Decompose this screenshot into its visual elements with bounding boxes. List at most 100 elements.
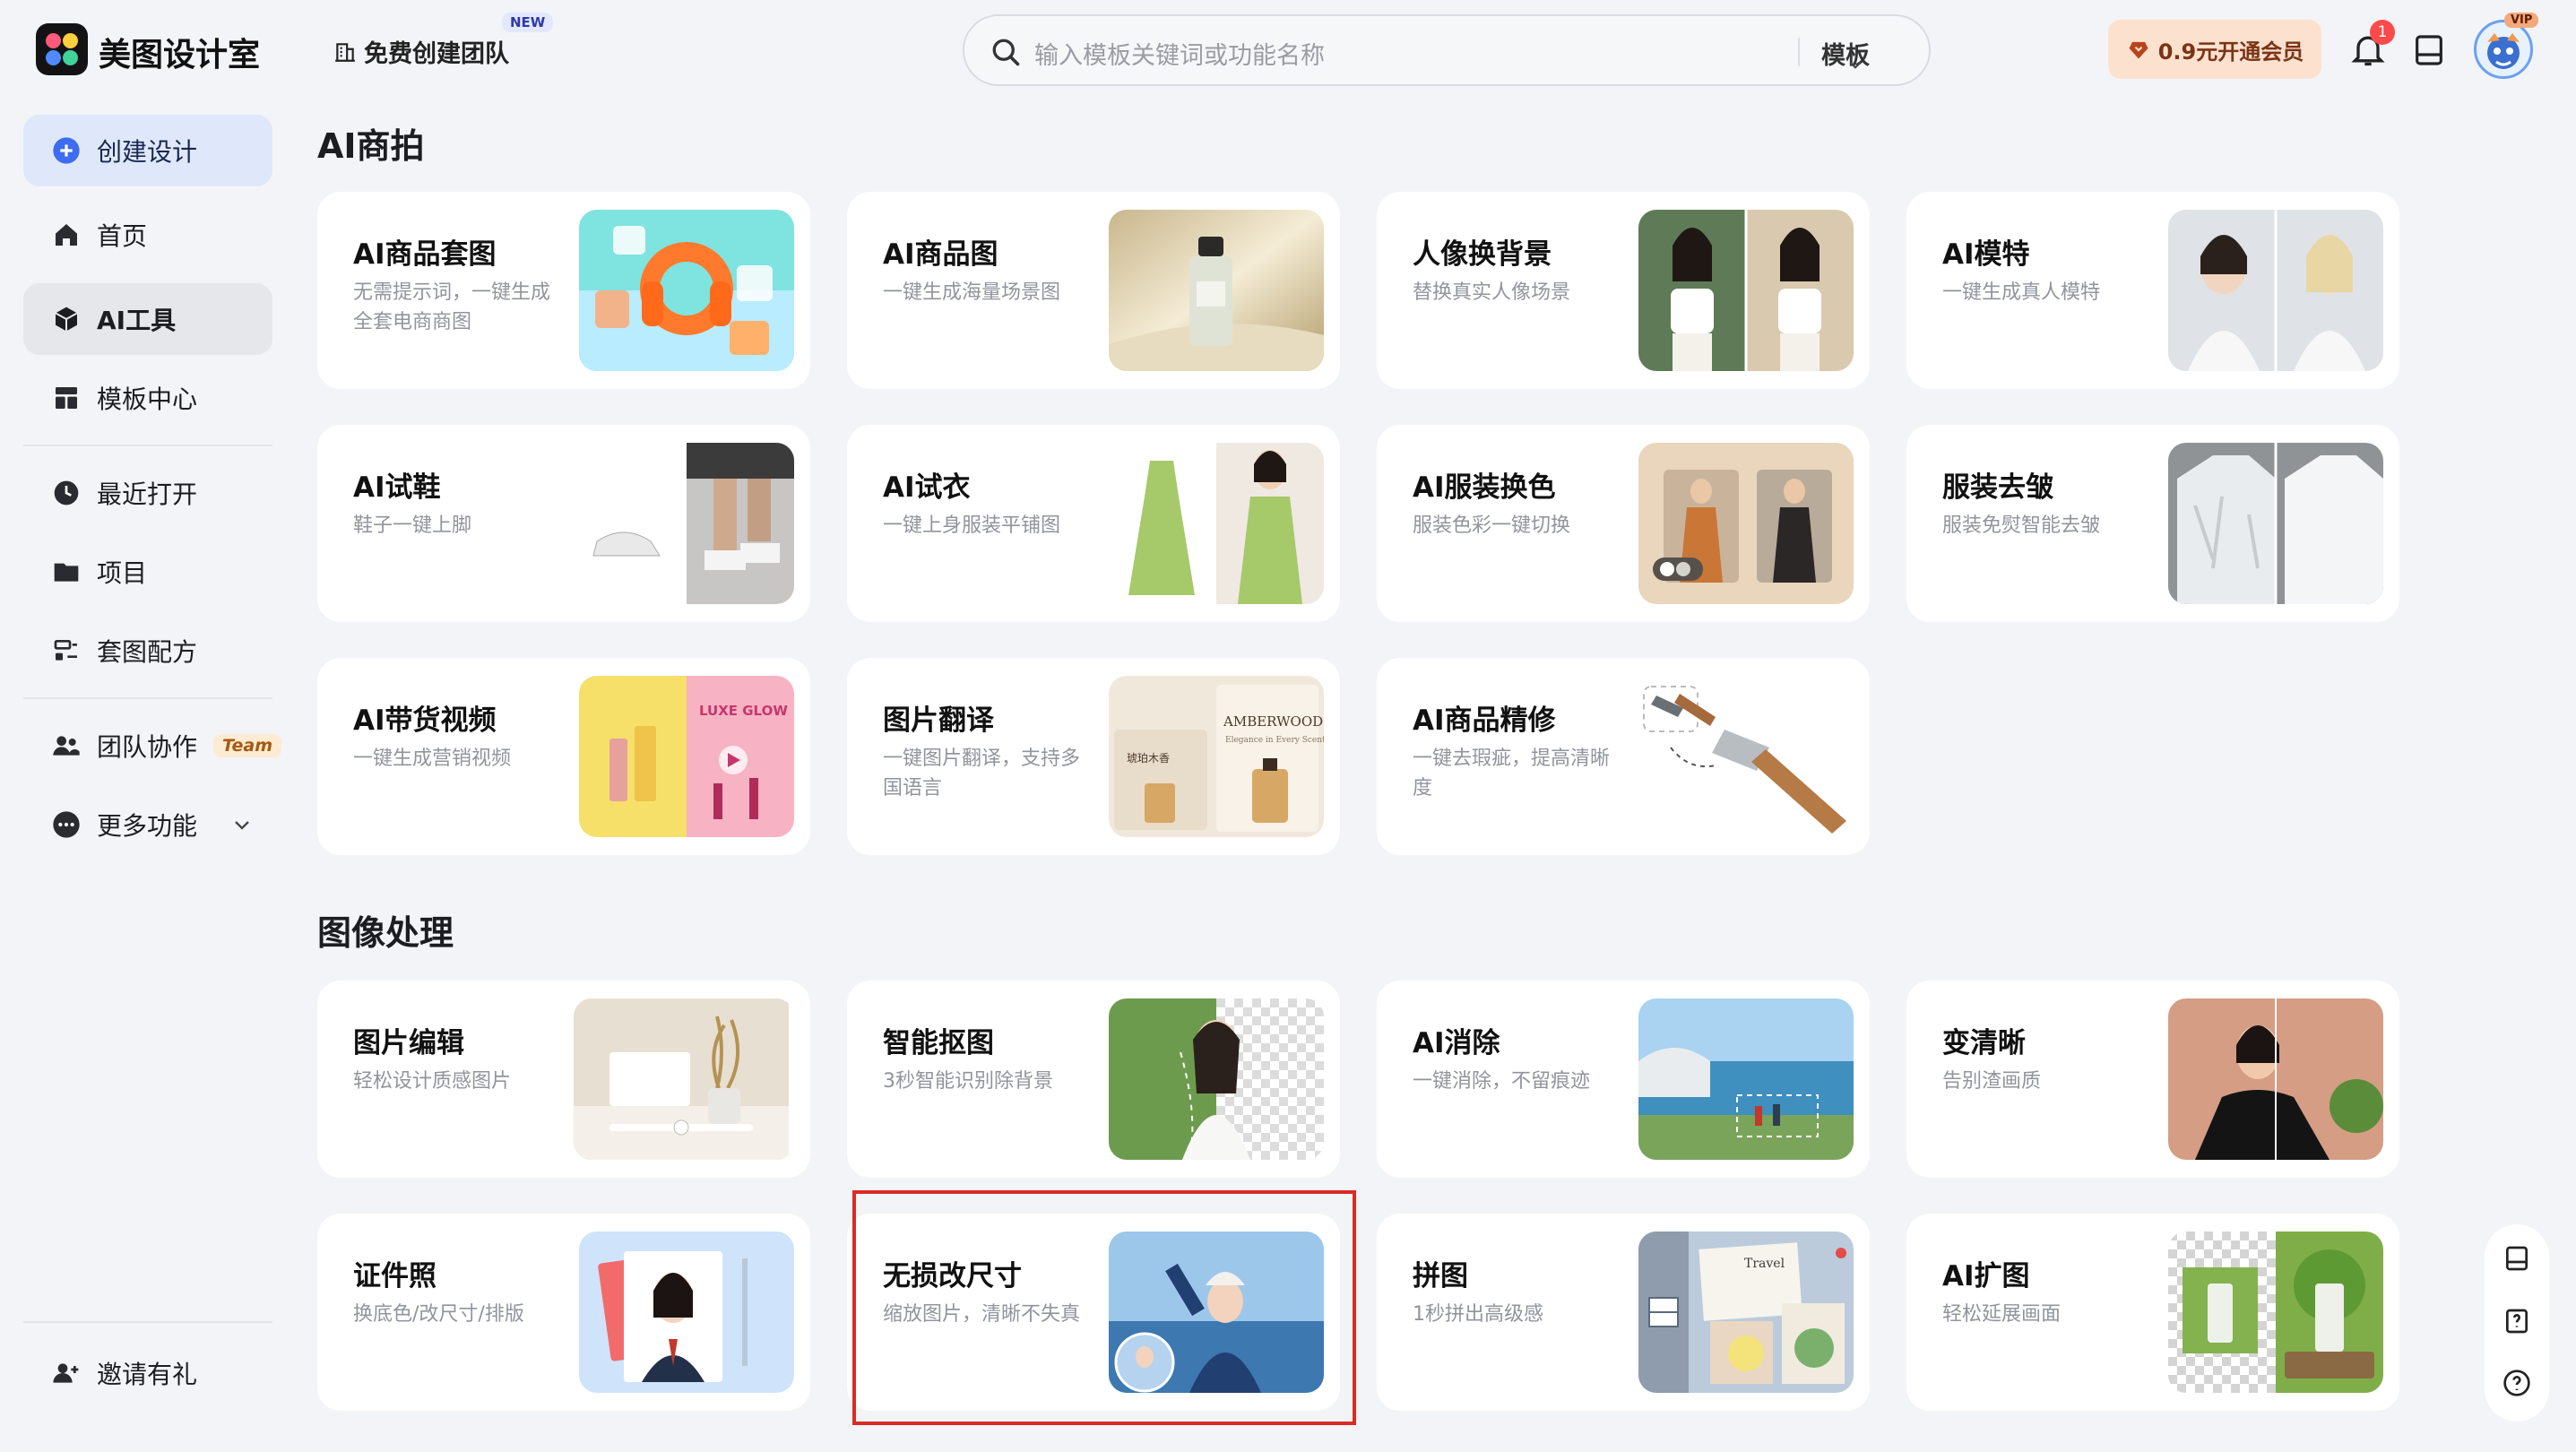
card-desc: 替换真实人像场景 [1413, 281, 1571, 304]
vip-button-label: 0.9元开通会员 [2157, 39, 2304, 65]
card-title: 证件照 [353, 1260, 437, 1292]
card-thumbnail: LUXE GLOW [579, 676, 794, 837]
thumb-luxe-text: LUXE GLOW [699, 703, 788, 719]
card-title: 图片编辑 [353, 1027, 464, 1059]
sidebar-item-team[interactable]: 团队协作 Team [23, 710, 282, 782]
folder-icon [54, 563, 79, 582]
clock-icon [54, 480, 79, 506]
card-title: 拼图 [1413, 1260, 1468, 1292]
help-icon[interactable] [2503, 1368, 2531, 1398]
card-thumbnail [1109, 443, 1324, 604]
card-desc: 一键图片翻译，支持多国语言 [883, 748, 1081, 799]
tool-card-ai-product-image[interactable]: AI商品图 一键生成海量场景图 [847, 192, 1340, 389]
search-placeholder[interactable]: 输入模板关键词或功能名称 [1034, 36, 1325, 71]
tool-card-image-translate[interactable]: 图片翻译 一键图片翻译，支持多国语言 AMBERWOOD Elegance in … [847, 658, 1340, 855]
brand-name[interactable]: 美图设计室 [99, 29, 260, 75]
card-title: AI扩图 [1942, 1260, 2030, 1292]
thumb-amberwood-text: AMBERWOOD [1223, 713, 1323, 730]
tool-card-ai-try-clothes[interactable]: AI试衣 一键上身服装平铺图 [847, 425, 1340, 622]
clipboard-icon[interactable] [2411, 30, 2447, 70]
card-thumbnail [2168, 443, 2383, 604]
top-bar: 美图设计室 免费创建团队 NEW 输入模板关键词或功能名称 模板 0.9元开通会… [0, 0, 2576, 102]
search-scope-dropdown[interactable]: 模板 [1821, 36, 1870, 71]
card-desc: 鞋子一键上脚 [353, 514, 472, 537]
sidebar-item-ai-tools[interactable]: AI工具 [23, 283, 272, 355]
template-icon [56, 387, 77, 409]
card-title: 变清晰 [1942, 1027, 2026, 1059]
card-title: 人像换背景 [1413, 238, 1552, 271]
card-title: AI消除 [1413, 1027, 1500, 1059]
tool-card-smart-cutout[interactable]: 智能抠图 3秒智能识别除背景 [847, 981, 1340, 1178]
sidebar-divider [23, 1321, 272, 1323]
card-title: 智能抠图 [883, 1027, 994, 1059]
card-thumbnail [1109, 998, 1324, 1160]
card-thumbnail [1638, 443, 1854, 604]
tool-card-id-photo[interactable]: 证件照 换底色/改尺寸/排版 [317, 1214, 810, 1411]
vip-tag: VIP [2504, 13, 2539, 28]
card-desc: 一键生成海量场景图 [883, 281, 1061, 304]
sidebar-item-label: 最近打开 [97, 480, 198, 509]
sidebar-item-home[interactable]: 首页 [23, 199, 272, 271]
thumb-amberwood-sub: Elegance in Every Scent [1225, 736, 1324, 745]
sidebar-item-label: 套图配方 [97, 637, 198, 667]
user-avatar[interactable] [2474, 20, 2533, 79]
card-desc: 一键上身服装平铺图 [883, 514, 1061, 537]
tool-card-portrait-background[interactable]: 人像换背景 替换真实人像场景 [1377, 192, 1870, 389]
tool-card-ai-try-shoes[interactable]: AI试鞋 鞋子一键上脚 [317, 425, 810, 622]
card-title: AI模特 [1942, 238, 2030, 271]
cube-icon [55, 307, 78, 332]
add-user-icon [53, 1363, 79, 1383]
tool-card-enhance[interactable]: 变清晰 告别渣画质 [1906, 981, 2399, 1178]
sidebar-item-projects[interactable]: 项目 [23, 536, 272, 608]
feedback-icon[interactable] [2503, 1305, 2531, 1337]
card-desc: 一键去瑕疵，提高清晰度 [1413, 748, 1611, 799]
sidebar-item-label: 团队协作 [97, 732, 198, 762]
tool-card-ai-product-set[interactable]: AI商品套图 无需提示词，一键生成全套电商商图 [317, 192, 810, 389]
tool-card-ai-erase[interactable]: AI消除 一键消除，不留痕迹 [1377, 981, 1870, 1178]
card-title: AI试鞋 [353, 471, 441, 504]
new-badge: NEW [502, 13, 554, 32]
bookmark-icon[interactable] [2503, 1242, 2531, 1275]
search-bar[interactable]: 输入模板关键词或功能名称 模板 [963, 14, 1931, 86]
card-desc: 一键消除，不留痕迹 [1413, 1070, 1591, 1093]
card-desc: 轻松延展画面 [1942, 1303, 2062, 1326]
card-title: 服装去皱 [1942, 471, 2053, 504]
create-design-label: 创建设计 [97, 137, 198, 167]
card-desc: 服装色彩一键切换 [1413, 514, 1571, 537]
thumb-travel-text: Travel [1744, 1257, 1785, 1271]
sidebar-item-more[interactable]: 更多功能 [23, 789, 272, 860]
tool-card-ai-expand[interactable]: AI扩图 轻松延展画面 [1906, 1214, 2399, 1411]
card-thumbnail [2168, 998, 2383, 1160]
card-thumbnail [2168, 1232, 2383, 1393]
diamond-heart-icon [2129, 41, 2148, 59]
sidebar-item-templates[interactable]: 模板中心 [23, 362, 272, 434]
create-team-button[interactable]: 免费创建团队 [333, 34, 509, 69]
card-thumbnail [1638, 998, 1854, 1160]
sidebar-item-recent[interactable]: 最近打开 [23, 457, 272, 529]
card-title: 图片翻译 [883, 704, 994, 737]
card-title: AI带货视频 [353, 704, 497, 737]
tool-card-ai-clothes-color[interactable]: AI服装换色 服装色彩一键切换 [1377, 425, 1870, 622]
sidebar: 创建设计 首页 AI工具 模板中心 最近打开 项目 套图配方 团队协作 Team… [0, 102, 285, 1452]
card-desc: 无需提示词，一键生成全套电商商图 [353, 281, 551, 333]
building-icon [335, 42, 355, 62]
tool-card-collage[interactable]: 拼图 1秒拼出高级感 Travel [1377, 1214, 1870, 1411]
invite-button[interactable]: 邀请有礼 [23, 1337, 272, 1409]
tool-card-ai-sales-video[interactable]: AI带货视频 一键生成营销视频 LUXE GLOW [317, 658, 810, 855]
tool-card-clothes-dewrinkle[interactable]: 服装去皱 服装免熨智能去皱 [1906, 425, 2399, 622]
chevron-down-icon [235, 821, 249, 830]
vip-button[interactable]: 0.9元开通会员 [2108, 20, 2321, 79]
thumb-amberwood-cn: 琥珀木香 [1127, 752, 1170, 765]
card-title: AI商品套图 [353, 238, 497, 271]
tool-card-ai-model[interactable]: AI模特 一键生成真人模特 [1906, 192, 2399, 389]
sidebar-item-recipes[interactable]: 套图配方 [23, 615, 272, 687]
sidebar-item-label: 首页 [97, 221, 148, 251]
team-badge: Team [213, 734, 282, 757]
sidebar-divider [23, 697, 272, 699]
tool-card-ai-product-retouch[interactable]: AI商品精修 一键去瑕疵，提高清晰度 [1377, 658, 1870, 855]
create-design-button[interactable]: 创建设计 [23, 115, 272, 186]
app-logo-icon[interactable] [36, 23, 88, 75]
sidebar-item-label: 项目 [97, 558, 148, 588]
tool-card-image-edit[interactable]: 图片编辑 轻松设计质感图片 [317, 981, 810, 1178]
card-desc: 换底色/改尺寸/排版 [353, 1303, 524, 1326]
